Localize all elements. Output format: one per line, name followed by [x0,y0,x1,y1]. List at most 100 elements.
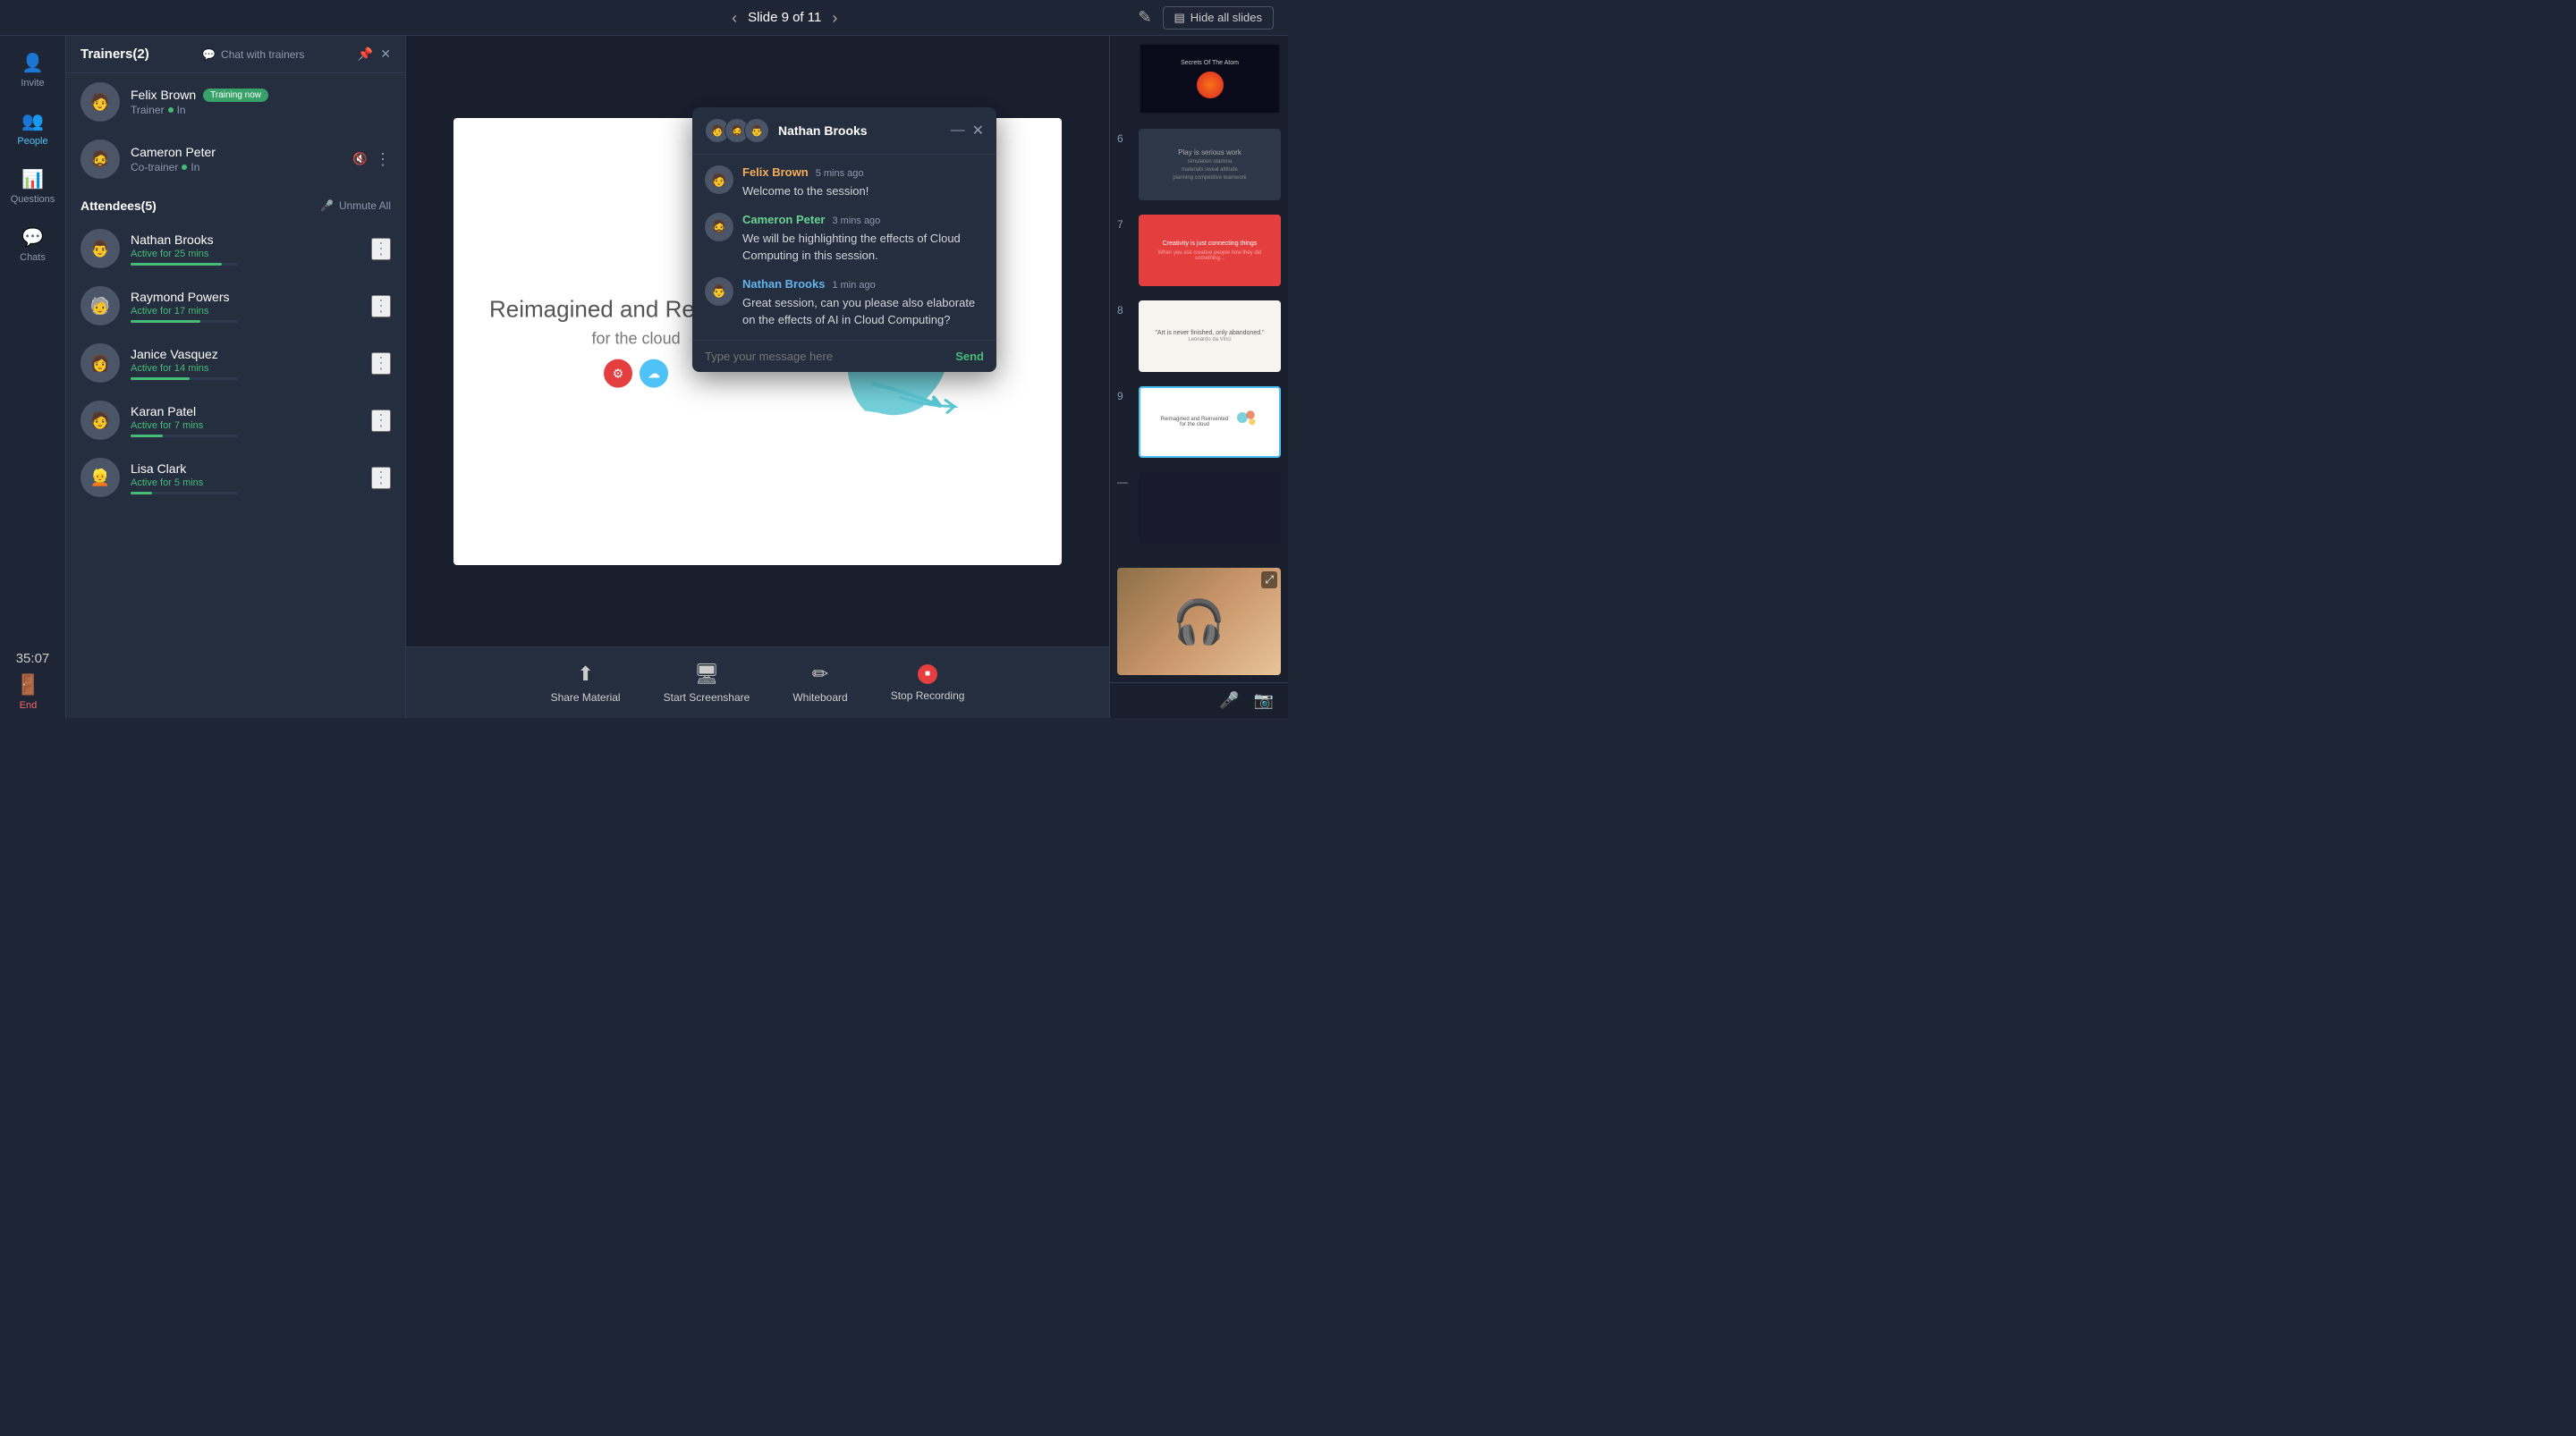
slide-thumbnail-8[interactable]: "Art is never finished, only abandoned."… [1139,300,1281,372]
trainer-item-felix[interactable]: 🧑 Felix Brown Training now Trainer In [66,73,405,131]
progress-bar-karan [131,435,163,437]
chat-message-cameron: 🧔 Cameron Peter 3 mins ago We will be hi… [705,213,984,265]
screenshare-icon: 🖥 [694,663,719,686]
chat-minimize-button[interactable]: — [951,122,965,139]
secrets-title: Secrets Of The Atom [1181,59,1239,67]
send-button[interactable]: Send [955,350,984,363]
chat-msg-text-felix: Welcome to the session! [742,182,984,200]
slide-thumbnail-7[interactable]: Creativity is just connecting things Whe… [1139,215,1281,286]
slide-num-8: 8 [1117,304,1131,317]
top-bar-right: ✎ ▤ Hide all slides [1138,6,1274,30]
main-content: Reimagined and Reinvented for the cloud … [406,36,1109,718]
menu-button-janice[interactable]: ⋮ [371,352,391,375]
end-button[interactable]: 🚪 End [16,673,40,711]
progress-bar-raymond [131,320,200,323]
attendee-item-lisa[interactable]: 👱 Lisa Clark Active for 5 mins ⋮ [66,449,405,506]
progress-bar-container-raymond [131,320,238,323]
logo-2: ☁ [640,359,668,388]
slide-num-9: 9 [1117,390,1131,402]
slide-num-7: 7 [1117,218,1131,231]
chat-messages: 🧑 Felix Brown 5 mins ago Welcome to the … [692,155,996,340]
progress-bar-lisa [131,492,152,494]
slide-thumbnail-9-active[interactable]: Reimagined and Reinventedfor the cloud [1139,386,1281,458]
whiteboard-button[interactable]: ✏ Whiteboard [792,663,847,704]
camera-toggle-button[interactable]: 📷 [1254,691,1274,710]
stop-recording-button[interactable]: ■ Stop Recording [891,664,965,702]
trainer-role-felix: Trainer In [131,104,391,116]
close-panel-button[interactable]: ✕ [380,46,391,62]
attendee-info-lisa: Lisa Clark Active for 5 mins [131,461,360,494]
attendee-status-janice: Active for 14 mins [131,363,360,374]
start-screenshare-button[interactable]: 🖥 Start Screenshare [664,663,750,704]
hide-slides-button[interactable]: ▤ Hide all slides [1163,6,1275,30]
end-label: End [20,700,38,711]
avatar-nathan: 👨 [80,229,120,268]
edit-button[interactable]: ✎ [1138,8,1151,27]
bottom-toolbar: ⬆ Share Material 🖥 Start Screenshare ✏ W… [406,646,1109,718]
attendee-name-nathan: Nathan Brooks [131,232,360,247]
menu-button-cameron[interactable]: ⋮ [375,150,391,169]
people-panel: Trainers(2) 💬 Chat with trainers 📌 ✕ 🧑 F… [66,36,406,718]
attendee-item-nathan[interactable]: 👨 Nathan Brooks Active for 25 mins ⋮ [66,220,405,277]
share-material-button[interactable]: ⬆ Share Material [551,663,621,704]
progress-bar-nathan [131,263,222,266]
attendee-name-janice: Janice Vasquez [131,347,360,361]
attendee-name-raymond: Raymond Powers [131,290,360,304]
attendee-item-karan[interactable]: 🧑 Karan Patel Active for 7 mins ⋮ [66,392,405,449]
progress-bar-janice [131,377,190,380]
attendees-section-header: Attendees(5) 🎤 Unmute All [66,188,405,220]
sidebar-item-people[interactable]: 👥 People [0,101,65,156]
sidebar-item-chats[interactable]: 💬 Chats [0,217,65,272]
unmute-all-button[interactable]: 🎤 Unmute All [320,199,391,212]
chat-msg-time-nathan: 1 min ago [832,280,875,291]
share-material-label: Share Material [551,691,621,704]
slide-thumbnail-6[interactable]: Play is serious worksimulation staminama… [1139,129,1281,200]
video-feed-inner: 🎧 [1117,568,1281,675]
panel-header: Trainers(2) 💬 Chat with trainers 📌 ✕ [66,36,405,73]
video-expand[interactable]: ⤢ [1261,571,1277,588]
menu-button-raymond[interactable]: ⋮ [371,295,391,317]
menu-button-nathan[interactable]: ⋮ [371,238,391,260]
slide-thumbnail-row-6: 6 Play is serious worksimulation stamina… [1110,122,1288,207]
slide-thumbnail-row-5: Secrets Of The Atom [1110,36,1288,122]
next-slide-button[interactable]: › [832,10,837,26]
chat-close-button[interactable]: ✕ [972,122,984,139]
chat-msg-avatar-felix: 🧑 [705,165,733,194]
chat-msg-time-cameron: 3 mins ago [832,215,880,226]
trainer-item-cameron[interactable]: 🧔 Cameron Peter Co-trainer In 🔇 ⋮ [66,131,405,188]
chat-msg-body-cameron: Cameron Peter 3 mins ago We will be high… [742,213,984,265]
chat-trainers-button[interactable]: 💬 Chat with trainers [202,48,304,61]
attendee-info-janice: Janice Vasquez Active for 14 mins [131,347,360,380]
avatar-janice: 👩 [80,343,120,383]
training-badge: Training now [203,89,268,102]
main-layout: 👤 Invite 👥 People 📊 Questions 💬 Chats 35… [0,36,1288,718]
video-feed: 🎧 ⤢ [1117,568,1281,675]
menu-button-lisa[interactable]: ⋮ [371,467,391,489]
menu-button-karan[interactable]: ⋮ [371,410,391,432]
slide-thumbnail-10[interactable] [1139,472,1281,544]
chat-input-area: Send [692,340,996,372]
attendee-item-janice[interactable]: 👩 Janice Vasquez Active for 14 mins ⋮ [66,334,405,392]
share-material-icon: ⬆ [577,663,593,686]
sidebar-item-questions[interactable]: 📊 Questions [0,159,65,214]
mic-toggle-button[interactable]: 🎤 [1219,691,1239,710]
invite-icon: 👤 [21,52,44,74]
slide-num-10: — [1117,476,1131,488]
prev-slide-button[interactable]: ‹ [732,10,737,26]
sidebar-item-label-invite: Invite [21,78,44,89]
screenshare-label: Start Screenshare [664,691,750,704]
sidebar-item-invite[interactable]: 👤 Invite [0,43,65,97]
pin-button[interactable]: 📌 [358,46,373,62]
slide-thumbnail-5[interactable]: Secrets Of The Atom [1139,43,1281,114]
chat-avatar-sm-3: 👨 [744,118,769,143]
chat-msg-body-felix: Felix Brown 5 mins ago Welcome to the se… [742,165,984,200]
chat-input[interactable] [705,350,946,363]
avatar-felix: 🧑 [80,82,120,122]
hide-slides-label: Hide all slides [1191,11,1262,24]
stop-recording-icon: ■ [918,664,937,684]
attendee-status-lisa: Active for 5 mins [131,477,360,488]
attendee-item-raymond[interactable]: 🧓 Raymond Powers Active for 17 mins ⋮ [66,277,405,334]
chat-popup-title: Nathan Brooks [778,123,942,138]
chat-msg-name-felix: Felix Brown [742,165,809,179]
mute-button-cameron[interactable]: 🔇 [352,150,368,169]
